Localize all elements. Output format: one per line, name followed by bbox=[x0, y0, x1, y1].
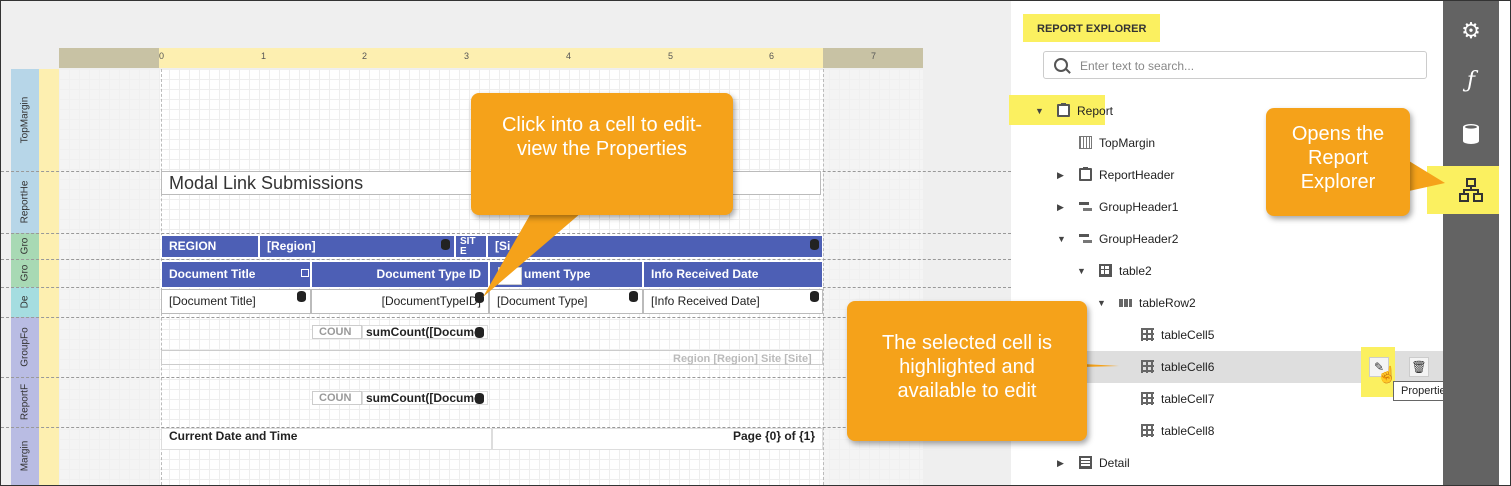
collapse-arrow-icon[interactable]: ▼ bbox=[1057, 234, 1066, 244]
table-data-cell[interactable]: [Document Title] bbox=[161, 289, 311, 314]
table-row-icon bbox=[1119, 299, 1132, 307]
tree-item-detail[interactable]: ▶ Detail bbox=[1023, 447, 1443, 479]
search-input[interactable] bbox=[1078, 55, 1412, 77]
click-cell-callout: Click into a cell to edit-view the Prope… bbox=[471, 93, 733, 215]
search-icon bbox=[1054, 58, 1068, 72]
collapse-arrow-icon[interactable]: ▼ bbox=[1097, 298, 1106, 308]
group-header-icon bbox=[1079, 200, 1092, 213]
database-icon[interactable] bbox=[1443, 113, 1499, 153]
margin-icon bbox=[1079, 136, 1092, 149]
ruler-number: 5 bbox=[668, 51, 674, 61]
app-frame: 0 1 2 3 4 5 6 7 TopMargin ReportHe Gro G… bbox=[0, 0, 1511, 486]
site-label-cell[interactable]: SIT E bbox=[455, 235, 487, 258]
report-header-icon bbox=[1079, 167, 1092, 181]
tree-item-table2[interactable]: ▼ table2 bbox=[1023, 255, 1443, 287]
collapse-arrow-icon[interactable]: ▼ bbox=[1035, 106, 1044, 116]
band-group-header1[interactable]: Gro bbox=[11, 233, 39, 260]
ruler-number: 7 bbox=[871, 51, 877, 61]
database-icon bbox=[810, 239, 819, 250]
page-number-cell[interactable]: Page {0} of {1} bbox=[492, 428, 823, 450]
selected-cell-callout: The selected cell is highlighted and ava… bbox=[847, 301, 1087, 441]
table-cell-icon bbox=[1141, 424, 1154, 437]
ruler-number: 0 bbox=[159, 51, 165, 61]
region-label-cell[interactable]: REGION bbox=[161, 235, 259, 258]
database-icon bbox=[297, 291, 306, 302]
ruler-number: 6 bbox=[769, 51, 775, 61]
database-icon bbox=[810, 291, 819, 302]
band-group-footer[interactable]: GroupFo bbox=[11, 317, 39, 378]
sum-count-field[interactable]: sumCount([Docume bbox=[362, 391, 488, 405]
table-cell-icon bbox=[1141, 328, 1154, 341]
current-date-cell[interactable]: Current Date and Time bbox=[161, 428, 492, 450]
collapse-arrow-icon[interactable]: ▼ bbox=[1077, 266, 1086, 276]
database-icon bbox=[475, 327, 484, 338]
resize-handle-icon[interactable] bbox=[301, 269, 309, 277]
table-header-cell[interactable]: Info Received Date bbox=[643, 261, 823, 288]
detail-icon bbox=[1079, 456, 1092, 469]
function-icon[interactable]: ƒ bbox=[1443, 61, 1499, 101]
ruler-number: 2 bbox=[362, 51, 368, 61]
table-header-cell[interactable]: Document Type ID bbox=[311, 261, 489, 288]
opens-explorer-callout: Opens the Report Explorer bbox=[1266, 108, 1410, 216]
side-toolbar: ⚙ ƒ bbox=[1427, 1, 1499, 485]
band-report-footer[interactable]: ReportF bbox=[11, 377, 39, 428]
site-value-cell[interactable]: [Si bbox=[487, 235, 823, 258]
vertical-ruler bbox=[39, 69, 60, 485]
table-cell-icon bbox=[1141, 360, 1154, 373]
gear-icon[interactable]: ⚙ bbox=[1443, 11, 1499, 51]
database-icon bbox=[475, 393, 484, 404]
band-top-margin[interactable]: TopMargin bbox=[11, 69, 39, 172]
tree-item-groupheader2[interactable]: ▼ GroupHeader2 bbox=[1023, 223, 1443, 255]
count-label[interactable]: COUN bbox=[312, 325, 362, 339]
search-box[interactable] bbox=[1043, 51, 1427, 79]
ruler-number: 1 bbox=[261, 51, 267, 61]
table-icon bbox=[1099, 264, 1112, 277]
band-report-header[interactable]: ReportHe bbox=[11, 171, 39, 234]
sum-count-field[interactable]: sumCount([Docume bbox=[362, 325, 488, 339]
database-icon bbox=[629, 291, 638, 302]
expand-arrow-icon[interactable]: ▶ bbox=[1057, 170, 1064, 181]
delete-button[interactable]: 🗑 bbox=[1409, 357, 1429, 377]
horizontal-ruler: 0 1 2 3 4 5 6 7 bbox=[59, 48, 923, 68]
ruler-number: 3 bbox=[464, 51, 470, 61]
band-bottom-margin[interactable]: Margin bbox=[11, 427, 39, 485]
database-icon bbox=[441, 239, 450, 250]
table-data-cell[interactable]: [Info Received Date] bbox=[643, 289, 823, 314]
report-explorer-title: REPORT EXPLORER bbox=[1023, 14, 1161, 42]
band-labels: TopMargin ReportHe Gro Gro De GroupFo Re… bbox=[11, 69, 39, 485]
band-detail[interactable]: De bbox=[11, 287, 39, 318]
report-explorer-icon[interactable] bbox=[1443, 169, 1499, 209]
cell-selection-box bbox=[498, 267, 522, 285]
band-group-header2[interactable]: Gro bbox=[11, 259, 39, 288]
table-data-cell[interactable]: [Document Type] bbox=[489, 289, 643, 314]
group-summary-text: Region [Region] Site [Site] bbox=[673, 353, 812, 365]
expand-arrow-icon[interactable]: ▶ bbox=[1057, 458, 1064, 469]
ruler-number: 4 bbox=[566, 51, 572, 61]
region-value-cell[interactable]: [Region] bbox=[259, 235, 455, 258]
table-header-cell[interactable]: Document Title bbox=[161, 261, 311, 288]
count-label[interactable]: COUN bbox=[312, 391, 362, 405]
table-data-cell-selected[interactable]: [DocumentTypeID] bbox=[311, 289, 489, 314]
database-icon bbox=[475, 292, 484, 303]
table-cell-icon bbox=[1141, 392, 1154, 405]
group-header-icon bbox=[1079, 232, 1092, 245]
expand-arrow-icon[interactable]: ▶ bbox=[1057, 202, 1064, 213]
report-icon bbox=[1057, 103, 1070, 117]
